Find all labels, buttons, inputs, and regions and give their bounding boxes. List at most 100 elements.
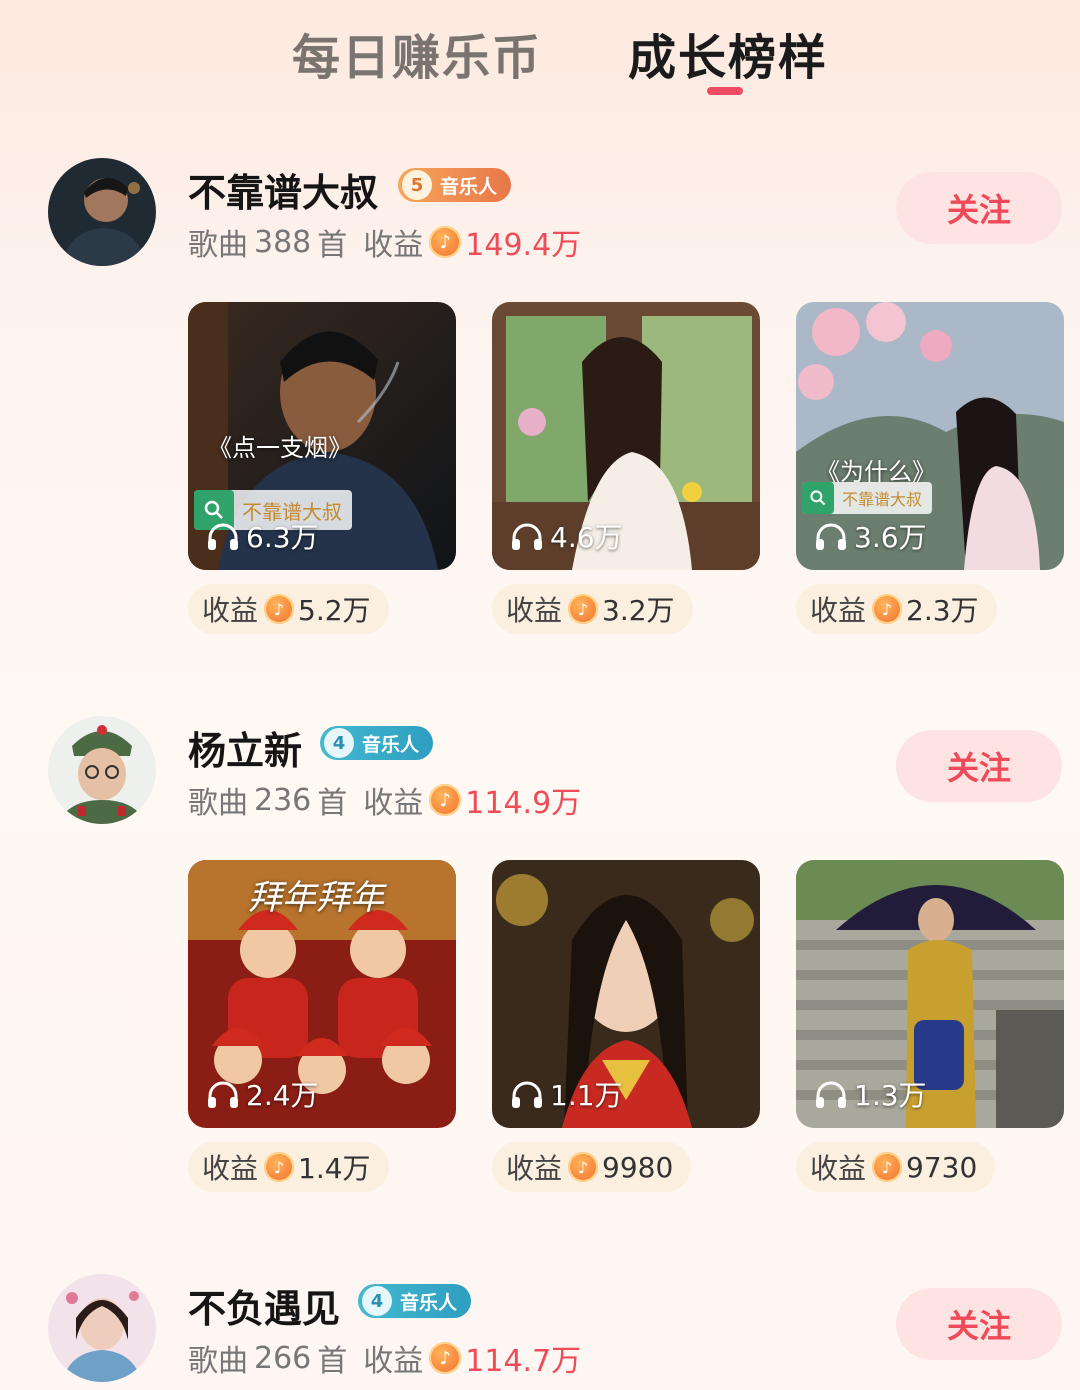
earnings-label: 收益 bbox=[810, 1152, 867, 1185]
work-cover[interactable]: 《点一支烟》 不靠谱大叔 6.3万 bbox=[188, 302, 456, 570]
follow-button[interactable]: 关注 bbox=[896, 730, 1062, 802]
work-card[interactable]: 《点一支烟》 不靠谱大叔 6.3万 收益 ♪ 5.2万 bbox=[188, 302, 456, 634]
total-earnings: 149.4万 bbox=[465, 228, 582, 263]
coin-icon: ♪ bbox=[872, 594, 903, 624]
songs-unit: 首 bbox=[317, 786, 348, 821]
coin-icon: ♪ bbox=[264, 1152, 295, 1182]
creator-name[interactable]: 不靠谱大叔 bbox=[188, 162, 378, 217]
work-title: 《点一支烟》 bbox=[208, 434, 352, 462]
work-earnings: 收益 ♪ 9730 bbox=[796, 1142, 996, 1192]
badge-label: 音乐人 bbox=[440, 175, 498, 198]
tab-daily-earn[interactable]: 每日赚乐币 bbox=[292, 18, 542, 88]
search-icon bbox=[802, 482, 834, 514]
earnings-label: 收益 bbox=[506, 1152, 563, 1185]
coin-icon: ♪ bbox=[568, 1152, 599, 1182]
work-earnings: 收益 ♪ 1.4万 bbox=[188, 1142, 389, 1192]
tab-growth-models[interactable]: 成长榜样 bbox=[628, 18, 828, 88]
play-count: 1.3万 bbox=[814, 1074, 927, 1114]
earnings-label: 收益 bbox=[363, 228, 424, 263]
work-earnings: 收益 ♪ 5.2万 bbox=[188, 584, 389, 634]
headphone-icon bbox=[208, 1081, 238, 1108]
play-count: 4.6万 bbox=[510, 516, 623, 556]
work-cover[interactable]: 1.3万 bbox=[796, 860, 1064, 1128]
work-earnings: 收益 ♪ 3.2万 bbox=[492, 584, 693, 634]
play-count-value: 3.6万 bbox=[854, 521, 927, 554]
earnings-label: 收益 bbox=[506, 594, 563, 627]
work-cover[interactable]: 拜年拜年 2.4万 bbox=[188, 860, 456, 1128]
creator-name[interactable]: 不负遇见 bbox=[188, 1278, 340, 1333]
avatar[interactable] bbox=[48, 158, 156, 266]
earnings-label: 收益 bbox=[810, 594, 867, 627]
work-earnings: 收益 ♪ 2.3万 bbox=[796, 584, 997, 634]
avatar[interactable] bbox=[48, 1274, 156, 1382]
coin-icon: ♪ bbox=[429, 1342, 462, 1374]
avatar[interactable] bbox=[48, 716, 156, 824]
badge-label: 音乐人 bbox=[400, 1291, 458, 1314]
song-count: 388 bbox=[254, 224, 312, 260]
creator-stats: 歌曲 266 首 收益 ♪ 114.7万 bbox=[188, 1336, 581, 1380]
work-card[interactable]: 1.1万 收益 ♪ 9980 bbox=[492, 860, 760, 1192]
work-card[interactable]: 《为什么》 不靠谱大叔 3.6万 收益 ♪ 2.3万 bbox=[796, 302, 1064, 634]
play-count: 6.3万 bbox=[206, 516, 319, 556]
songs-label: 歌曲 bbox=[188, 786, 248, 821]
songs-unit: 首 bbox=[317, 228, 348, 263]
coin-icon: ♪ bbox=[872, 1152, 903, 1182]
musician-level-badge: 4 音乐人 bbox=[320, 726, 434, 760]
play-count-value: 4.6万 bbox=[550, 521, 623, 554]
play-count-value: 2.4万 bbox=[246, 1079, 319, 1112]
earnings-value: 9730 bbox=[906, 1150, 978, 1184]
earnings-label: 收益 bbox=[363, 1344, 424, 1379]
level-number: 4 bbox=[324, 728, 354, 758]
play-count-value: 1.3万 bbox=[854, 1079, 927, 1112]
coin-icon: ♪ bbox=[568, 594, 599, 624]
songs-label: 歌曲 bbox=[188, 1344, 248, 1379]
search-tag[interactable]: 不靠谱大叔 bbox=[802, 482, 933, 514]
search-tag-text: 不靠谱大叔 bbox=[842, 490, 923, 509]
work-earnings: 收益 ♪ 9980 bbox=[492, 1142, 692, 1192]
earnings-value: 9980 bbox=[602, 1150, 674, 1184]
work-card[interactable]: 1.3万 收益 ♪ 9730 bbox=[796, 860, 1064, 1192]
headphone-icon bbox=[816, 1081, 846, 1108]
play-count-value: 6.3万 bbox=[246, 521, 319, 554]
earnings-value: 2.3万 bbox=[906, 594, 979, 627]
creator-stats: 歌曲 236 首 收益 ♪ 114.9万 bbox=[188, 778, 581, 822]
creator-stats: 歌曲 388 首 收益 ♪ 149.4万 bbox=[188, 220, 581, 264]
play-count: 3.6万 bbox=[814, 516, 927, 556]
level-number: 5 bbox=[402, 170, 432, 200]
work-cover[interactable]: 4.6万 bbox=[492, 302, 760, 570]
play-count-value: 1.1万 bbox=[550, 1079, 623, 1112]
work-cover[interactable]: 1.1万 bbox=[492, 860, 760, 1128]
badge-label: 音乐人 bbox=[362, 733, 420, 756]
works-list: 《点一支烟》 不靠谱大叔 6.3万 收益 ♪ 5.2万 4.6万 收益 ♪ 3.… bbox=[0, 302, 1080, 642]
work-card[interactable]: 4.6万 收益 ♪ 3.2万 bbox=[492, 302, 760, 634]
play-count: 1.1万 bbox=[510, 1074, 623, 1114]
work-card[interactable]: 拜年拜年 2.4万 收益 ♪ 1.4万 bbox=[188, 860, 456, 1192]
coin-icon: ♪ bbox=[429, 784, 462, 816]
works-list: 拜年拜年 2.4万 收益 ♪ 1.4万 1.1万 收益 ♪ 9980 1.3万 … bbox=[0, 860, 1080, 1200]
creator-name[interactable]: 杨立新 bbox=[188, 720, 302, 775]
earnings-label: 收益 bbox=[202, 594, 259, 627]
coin-icon: ♪ bbox=[429, 226, 462, 258]
level-number: 4 bbox=[362, 1286, 392, 1316]
headphone-icon bbox=[208, 523, 238, 550]
total-earnings: 114.7万 bbox=[465, 1344, 582, 1379]
musician-level-badge: 5 音乐人 bbox=[398, 168, 512, 202]
work-title: 拜年拜年 bbox=[248, 878, 384, 918]
songs-label: 歌曲 bbox=[188, 228, 248, 263]
work-cover[interactable]: 《为什么》 不靠谱大叔 3.6万 bbox=[796, 302, 1064, 570]
song-count: 236 bbox=[254, 782, 312, 818]
earnings-value: 5.2万 bbox=[298, 594, 371, 627]
coin-icon: ♪ bbox=[264, 594, 295, 624]
musician-level-badge: 4 音乐人 bbox=[358, 1284, 472, 1318]
follow-button[interactable]: 关注 bbox=[896, 172, 1062, 244]
song-count: 266 bbox=[254, 1340, 312, 1376]
play-count: 2.4万 bbox=[206, 1074, 319, 1114]
tab-bar: 每日赚乐币 成长榜样 bbox=[0, 0, 1080, 110]
earnings-value: 1.4万 bbox=[298, 1152, 371, 1185]
earnings-value: 3.2万 bbox=[602, 594, 675, 627]
headphone-icon bbox=[512, 1081, 542, 1108]
follow-button[interactable]: 关注 bbox=[896, 1288, 1062, 1360]
headphone-icon bbox=[512, 523, 542, 550]
songs-unit: 首 bbox=[317, 1344, 348, 1379]
headphone-icon bbox=[816, 523, 846, 550]
